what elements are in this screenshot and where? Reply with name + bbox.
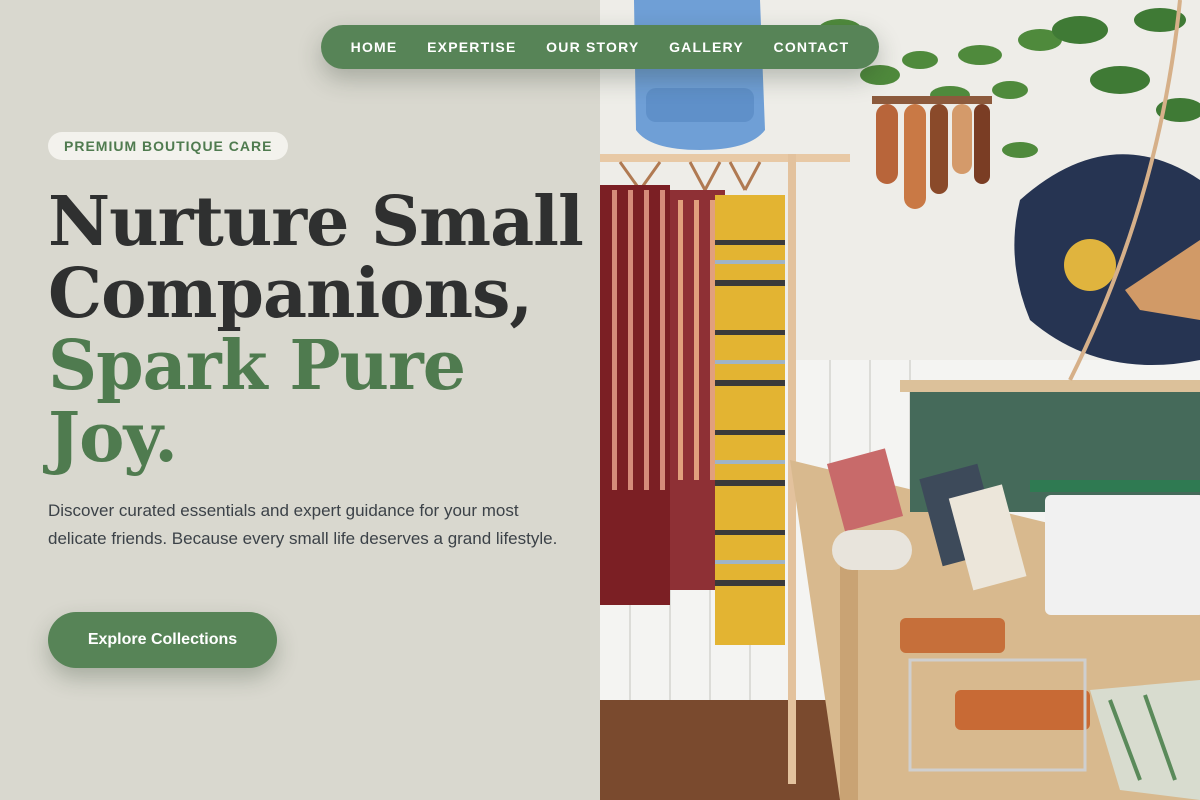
main-nav: HOME EXPERTISE OUR STORY GALLERY CONTACT: [321, 25, 879, 69]
nav-expertise[interactable]: EXPERTISE: [427, 39, 516, 55]
hero-headline: Nurture Small Companions, Spark Pure Joy…: [48, 186, 588, 474]
hero-image: [600, 0, 1200, 800]
nav-home[interactable]: HOME: [351, 39, 398, 55]
headline-line-2: Companions,: [48, 254, 533, 334]
hero-badge: PREMIUM BOUTIQUE CARE: [48, 132, 289, 160]
headline-accent-line-2: Joy.: [48, 398, 178, 478]
hero-description: Discover curated essentials and expert g…: [48, 501, 558, 548]
nav-our-story[interactable]: OUR STORY: [546, 39, 639, 55]
headline-line-1: Nurture Small: [48, 182, 584, 262]
nav-gallery[interactable]: GALLERY: [669, 39, 744, 55]
explore-collections-button[interactable]: Explore Collections: [48, 612, 277, 668]
headline-accent-line-1: Spark Pure: [48, 326, 466, 406]
nav-contact[interactable]: CONTACT: [774, 39, 850, 55]
